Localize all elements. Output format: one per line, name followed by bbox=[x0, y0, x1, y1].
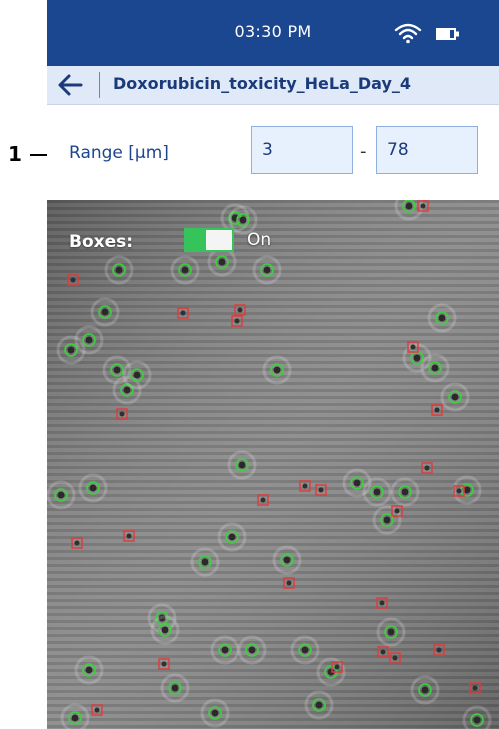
arrow-left-icon[interactable] bbox=[57, 73, 83, 97]
boxes-label: Boxes: bbox=[69, 232, 134, 252]
boxes-toggle[interactable] bbox=[184, 228, 234, 252]
battery-icon bbox=[436, 28, 459, 40]
microscopy-image bbox=[47, 200, 499, 729]
cell-image-view[interactable]: Boxes: On bbox=[47, 200, 499, 729]
experiment-title: Doxorubicin_toxicity_HeLa_Day_4 bbox=[113, 74, 412, 93]
range-max-input[interactable] bbox=[376, 126, 478, 174]
range-separator: - bbox=[360, 141, 367, 162]
range-label: Range [μm] bbox=[69, 143, 169, 163]
status-time: 03:30 PM bbox=[234, 22, 312, 41]
boxes-state: On bbox=[247, 230, 272, 250]
title-bar: Doxorubicin_toxicity_HeLa_Day_4 bbox=[47, 66, 499, 105]
title-divider bbox=[99, 72, 100, 98]
device-screen: 03:30 PM Doxorubicin_toxicity_HeLa_Day_4… bbox=[47, 0, 499, 729]
toggle-knob bbox=[206, 230, 232, 250]
callout-number: 1 bbox=[8, 142, 22, 166]
wifi-icon bbox=[394, 23, 422, 44]
range-min-input[interactable] bbox=[251, 126, 353, 174]
status-bar: 03:30 PM bbox=[47, 0, 499, 66]
